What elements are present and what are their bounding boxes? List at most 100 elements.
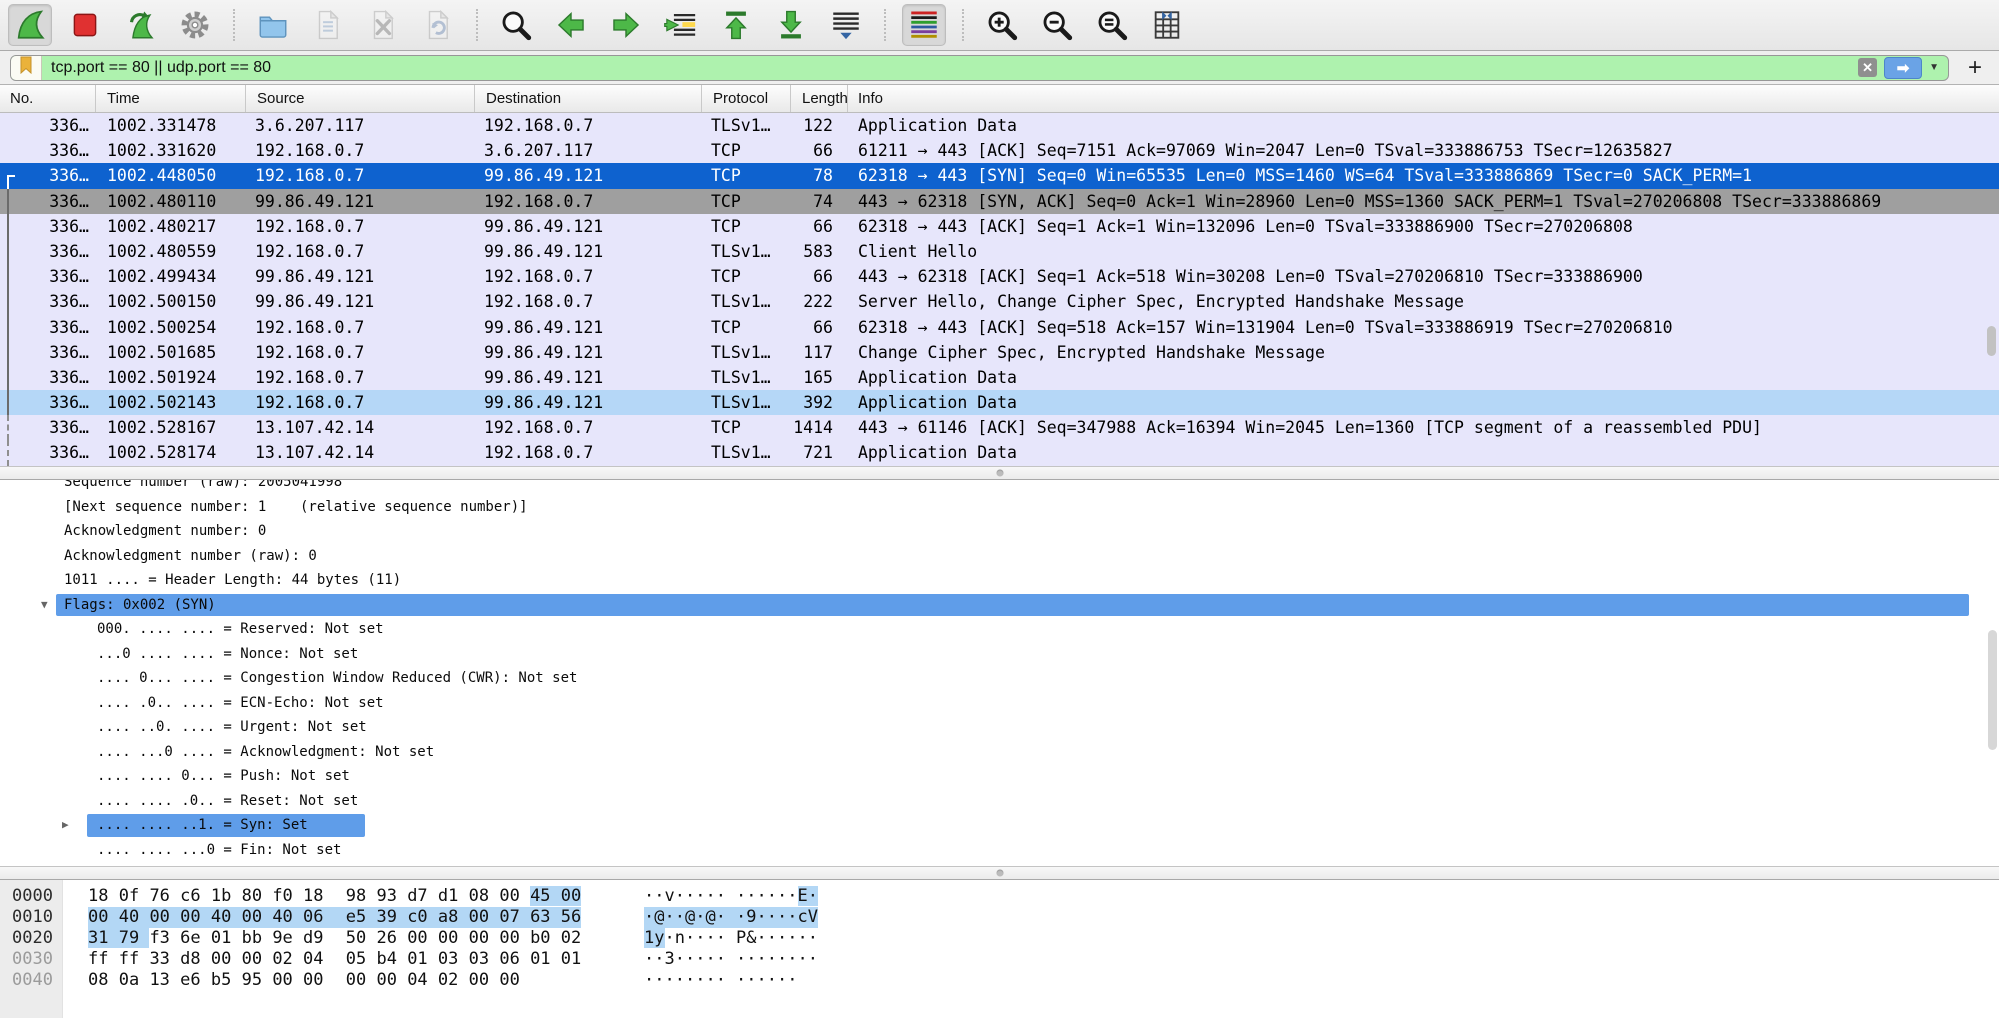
column-header-info[interactable]: Info xyxy=(848,85,1999,112)
packet-row[interactable]: 336…1002.3314783.6.207.117192.168.0.7TLS… xyxy=(0,113,1999,138)
resize-columns-button[interactable] xyxy=(1145,4,1189,46)
hex-row[interactable]: 001000 40 00 00 40 00 40 06 e5 39 c0 a8 … xyxy=(0,907,1999,928)
hex-byte: e5 xyxy=(334,907,377,927)
filter-history-caret-icon[interactable]: ▼ xyxy=(1929,62,1939,73)
go-to-top-icon xyxy=(719,8,753,42)
ascii-char: · xyxy=(757,970,767,990)
cell-info: 62318 → 443 [ACK] Seq=518 Ack=157 Win=13… xyxy=(848,315,1999,340)
packet-row[interactable]: 336…1002.502143192.168.0.799.86.49.121TL… xyxy=(0,390,1999,415)
start-capture-button[interactable] xyxy=(8,4,52,46)
detail-line[interactable]: .... ..0. .... = Urgent: Not set xyxy=(0,715,1999,740)
apply-filter-button[interactable]: ➡ xyxy=(1884,57,1922,79)
cell-len: 721 xyxy=(791,440,848,465)
hex-row[interactable]: 0030ff ff 33 d8 00 00 02 04 05 b4 01 03 … xyxy=(0,949,1999,970)
cell-len: 222 xyxy=(791,289,848,314)
splitter-handle-icon xyxy=(996,470,1003,477)
hex-row[interactable]: 004008 0a 13 e6 b5 95 00 00 00 00 04 02 … xyxy=(0,970,1999,991)
cell-dst: 192.168.0.7 xyxy=(475,289,702,314)
packet-row[interactable]: 336…1002.501924192.168.0.799.86.49.121TL… xyxy=(0,365,1999,390)
go-to-packet-button[interactable] xyxy=(659,4,703,46)
packet-list-scrollbar[interactable] xyxy=(1986,114,1998,464)
cell-info: Client Hello xyxy=(848,239,1999,264)
hex-byte: 63 xyxy=(530,907,561,927)
packet-row[interactable]: 336…1002.480559192.168.0.799.86.49.121TL… xyxy=(0,239,1999,264)
cell-src: 192.168.0.7 xyxy=(246,315,475,340)
ascii-char: · xyxy=(767,928,777,948)
cell-src: 192.168.0.7 xyxy=(246,214,475,239)
column-header-source[interactable]: Source xyxy=(246,85,475,112)
packet-row[interactable]: 336…1002.501685192.168.0.799.86.49.121TL… xyxy=(0,340,1999,365)
filter-bookmark-button[interactable] xyxy=(11,56,42,80)
detail-line[interactable]: ▶.... .... ..1. = Syn: Set xyxy=(0,813,1999,838)
display-filter-input[interactable]: tcp.port == 80 || udp.port == 80 ✕ ➡ ▼ xyxy=(10,55,1949,81)
stop-capture-button[interactable] xyxy=(63,4,107,46)
packet-row[interactable]: 336…1002.50015099.86.49.121192.168.0.7TL… xyxy=(0,289,1999,314)
expander-open-icon[interactable]: ▼ xyxy=(41,593,48,618)
go-to-top-button[interactable] xyxy=(714,4,758,46)
detail-line[interactable]: .... .... ...0 = Fin: Not set xyxy=(0,838,1999,863)
zoom-original-button[interactable] xyxy=(1090,4,1134,46)
packet-row[interactable]: 336…1002.500254192.168.0.799.86.49.121TC… xyxy=(0,315,1999,340)
ascii-char: · xyxy=(706,928,716,948)
capture-options-button[interactable] xyxy=(173,4,217,46)
cell-src: 192.168.0.7 xyxy=(246,239,475,264)
cell-proto: TCP xyxy=(702,189,791,214)
detail-line[interactable]: .... .... .0.. = Reset: Not set xyxy=(0,789,1999,814)
go-forward-button[interactable] xyxy=(604,4,648,46)
ascii-char: · xyxy=(726,907,746,927)
packet-row[interactable]: 336…1002.52816713.107.42.14192.168.0.7TC… xyxy=(0,415,1999,440)
add-filter-button[interactable]: + xyxy=(1961,55,1989,81)
main-toolbar xyxy=(0,0,1999,51)
hex-row[interactable]: 000018 0f 76 c6 1b 80 f0 18 98 93 d7 d1 … xyxy=(0,886,1999,907)
detail-line[interactable]: .... 0... .... = Congestion Window Reduc… xyxy=(0,666,1999,691)
zoom-out-button[interactable] xyxy=(1035,4,1079,46)
column-header-destination[interactable]: Destination xyxy=(475,85,702,112)
go-to-bottom-icon xyxy=(774,8,808,42)
detail-line[interactable]: 1011 .... = Header Length: 44 bytes (11) xyxy=(0,568,1999,593)
column-header-time[interactable]: Time xyxy=(96,85,246,112)
restart-capture-button[interactable] xyxy=(118,4,162,46)
filter-expression-text[interactable]: tcp.port == 80 || udp.port == 80 xyxy=(42,56,1858,80)
colorize-button[interactable] xyxy=(902,4,946,46)
zoom-in-button[interactable] xyxy=(980,4,1024,46)
packet-row-selected[interactable]: 336…1002.448050192.168.0.799.86.49.121TC… xyxy=(0,163,1999,188)
detail-line[interactable]: 000. .... .... = Reserved: Not set xyxy=(0,617,1999,642)
column-header-length[interactable]: Length xyxy=(791,85,848,112)
detail-line[interactable]: ▼Flags: 0x002 (SYN) xyxy=(0,593,1999,618)
cell-src: 13.107.42.14 xyxy=(246,415,475,440)
list-detail-splitter[interactable] xyxy=(0,466,1999,480)
column-header-no[interactable]: No. xyxy=(0,85,96,112)
hex-ascii: ·@··@·@··9····cV xyxy=(644,907,818,928)
related-packet-indicator xyxy=(7,289,15,314)
go-to-bottom-button[interactable] xyxy=(769,4,813,46)
detail-line[interactable]: ...0 .... .... = Nonce: Not set xyxy=(0,642,1999,667)
ascii-char: · xyxy=(695,970,705,990)
packet-row[interactable]: 336…1002.49943499.86.49.121192.168.0.7TC… xyxy=(0,264,1999,289)
expander-closed-icon[interactable]: ▶ xyxy=(62,813,69,838)
detail-bytes-splitter[interactable] xyxy=(0,866,1999,880)
detail-line[interactable]: Acknowledgment number (raw): 0 xyxy=(0,544,1999,569)
detail-line[interactable]: Acknowledgment number: 0 xyxy=(0,519,1999,544)
packet-row[interactable]: 336…1002.480217192.168.0.799.86.49.121TC… xyxy=(0,214,1999,239)
go-back-button[interactable] xyxy=(549,4,593,46)
packet-row[interactable]: 336…1002.52817413.107.42.14192.168.0.7TL… xyxy=(0,440,1999,465)
clear-filter-button[interactable]: ✕ xyxy=(1858,58,1877,77)
detail-line[interactable]: Sequence number (raw): 2005041998 xyxy=(0,480,1999,495)
detail-line[interactable]: .... .0.. .... = ECN-Echo: Not set xyxy=(0,691,1999,716)
ascii-char: 1 xyxy=(644,928,654,948)
find-packet-button[interactable] xyxy=(494,4,538,46)
detail-line[interactable]: [Next sequence number: 1 (relative seque… xyxy=(0,495,1999,520)
packet-list-scrollbar-thumb[interactable] xyxy=(1987,326,1996,356)
hex-row[interactable]: 002031 79 f3 6e 01 bb 9e d9 50 26 00 00 … xyxy=(0,928,1999,949)
ascii-char: · xyxy=(706,886,716,906)
column-header-protocol[interactable]: Protocol xyxy=(702,85,791,112)
auto-scroll-button[interactable] xyxy=(824,4,868,46)
open-file-button[interactable] xyxy=(251,4,295,46)
related-packet-indicator xyxy=(7,340,15,365)
detail-line[interactable]: .... .... 0... = Push: Not set xyxy=(0,764,1999,789)
hex-byte: 01 xyxy=(211,928,242,948)
detail-line[interactable]: .... ...0 .... = Acknowledgment: Not set xyxy=(0,740,1999,765)
detail-line-text: .... .... .0.. = Reset: Not set xyxy=(0,789,1999,814)
packet-row[interactable]: 336…1002.48011099.86.49.121192.168.0.7TC… xyxy=(0,189,1999,214)
packet-row[interactable]: 336…1002.331620192.168.0.73.6.207.117TCP… xyxy=(0,138,1999,163)
